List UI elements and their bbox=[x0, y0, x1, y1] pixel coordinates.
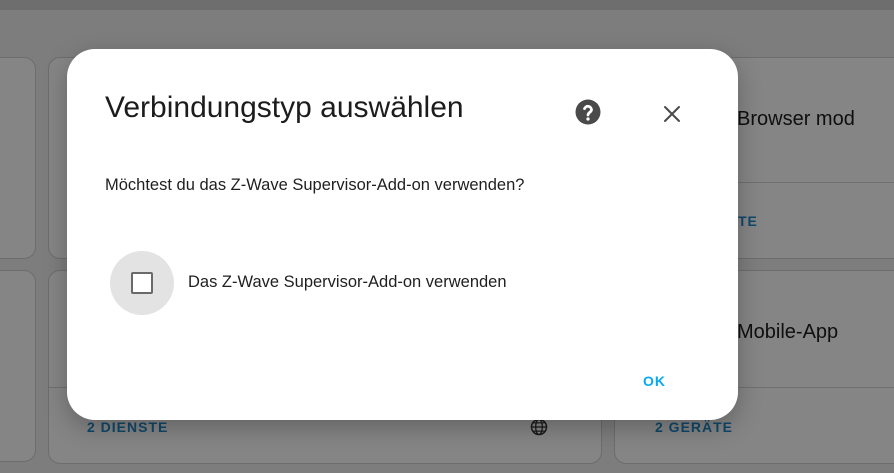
checkbox-label[interactable]: Das Z-Wave Supervisor-Add-on verwenden bbox=[188, 273, 507, 292]
card-title-mobile-app: Mobile-App bbox=[737, 321, 839, 343]
globe-icon[interactable] bbox=[529, 417, 549, 437]
ok-button[interactable]: OK bbox=[635, 369, 674, 393]
browser-mod-devices-link[interactable]: TE bbox=[738, 213, 758, 229]
dialog-title: Verbindungstyp auswählen bbox=[105, 91, 464, 124]
integration-card-left-bottom bbox=[0, 270, 36, 462]
services-link[interactable]: 2 DIENSTE bbox=[87, 419, 168, 435]
help-circle-icon[interactable] bbox=[573, 97, 603, 127]
close-icon[interactable] bbox=[660, 102, 684, 126]
mobile-app-devices-link[interactable]: 2 GERÄTE bbox=[655, 419, 733, 435]
dialog-question: Möchtest du das Z-Wave Supervisor-Add-on… bbox=[105, 176, 525, 194]
integration-card-left-top bbox=[0, 57, 36, 259]
card-title-browser-mod: Browser mod bbox=[737, 108, 855, 130]
use-addon-checkbox[interactable] bbox=[131, 272, 153, 294]
top-app-bar bbox=[0, 0, 894, 10]
connection-type-dialog: Verbindungstyp auswählen Möchtest du das… bbox=[67, 49, 738, 420]
